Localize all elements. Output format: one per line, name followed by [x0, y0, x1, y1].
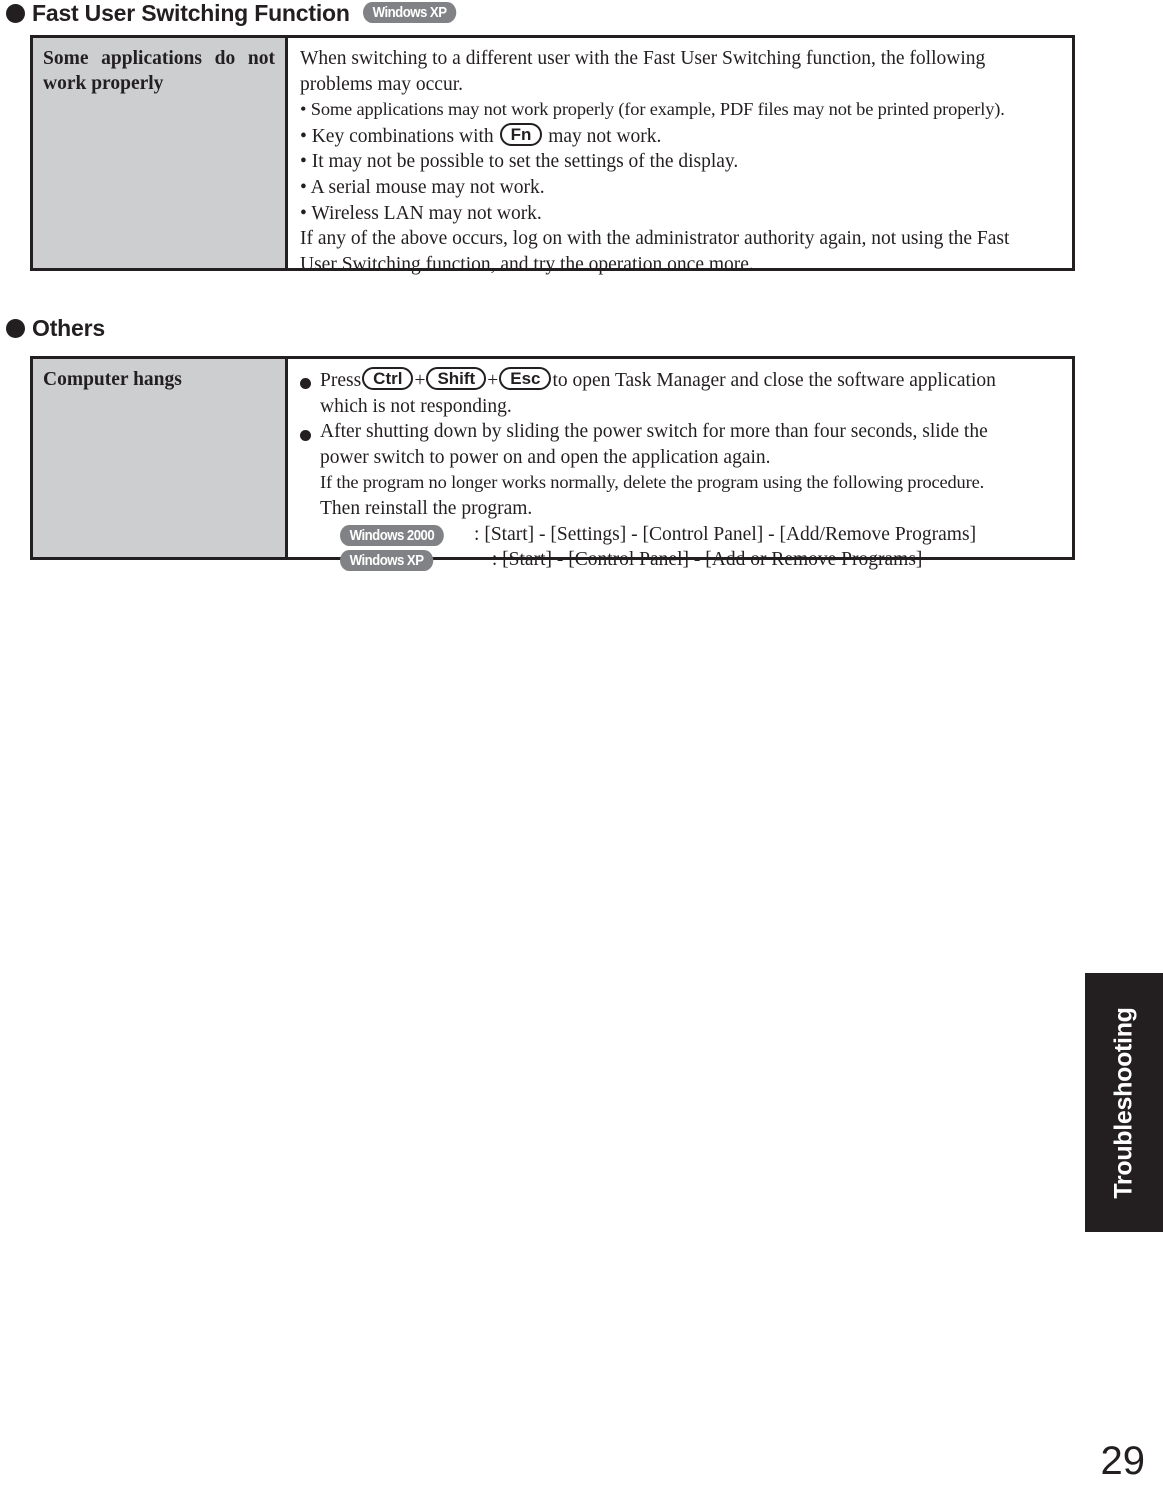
item1-press-label: Press	[320, 370, 362, 391]
page-number: 29	[1100, 1439, 1146, 1483]
body-closing-line-2: User Switching function, and try the ope…	[300, 253, 754, 275]
item1-plus-1: +	[414, 370, 426, 391]
table-row-body-computer-hangs: Press Ctrl + Shift + Esc to open Task Manager …	[288, 359, 1072, 572]
item2-line-4: Then reinstall the program.	[320, 497, 533, 519]
label-line-1: Computer hangs	[43, 369, 182, 390]
body-intro-line-1: When switching to a different user with …	[300, 48, 986, 69]
table-fast-user-switching: Some applications do not work properly W…	[30, 35, 1075, 275]
os-path-row-windows-xp: Windows XP : [Start] - [Control Panel] - …	[320, 547, 1064, 573]
item2-line-2: power switch to power on and open the ap…	[320, 446, 771, 468]
body-closing-line-1: If any of the above occurs, log on with …	[300, 228, 1010, 250]
section-heading-others: Others	[6, 315, 105, 342]
body-intro-line-2: problems may occur.	[300, 73, 463, 95]
side-tab-troubleshooting: Troubleshooting	[1085, 973, 1163, 1232]
body-bullet-wireless-lan: • Wireless LAN may not work.	[300, 202, 542, 224]
key-ctrl: Ctrl	[362, 367, 414, 390]
table-row-body-some-applications: When switching to a different user with …	[288, 38, 1072, 275]
item1-line-2: which is not responding.	[320, 395, 512, 417]
table-row-label-some-applications: Some applications do not work properly	[33, 38, 288, 268]
body-bullet-fn-key: • Key combinations with Fn may not work.	[300, 122, 1064, 150]
os-path-text: : [Start] - [Settings] - [Control Panel]…	[474, 523, 977, 545]
body-item-power-switch: After shutting down by sliding the power…	[300, 419, 1064, 573]
os-badge-windows-2000: Windows 2000	[340, 524, 444, 546]
os-badge-windows-xp: Windows XP	[340, 550, 434, 572]
os-badge-windows-xp: Windows XP	[362, 2, 456, 23]
key-esc: Esc	[499, 367, 552, 390]
table-others: Computer hangs Press Ctrl + Shift + Esc to ope…	[30, 356, 1075, 572]
body-item-task-manager: Press Ctrl + Shift + Esc to open Task Manager …	[300, 367, 1064, 419]
item1-plus-2: +	[487, 370, 499, 391]
filled-circle-bullet-icon	[6, 319, 25, 338]
section-heading-text: Others	[32, 315, 105, 341]
body-bullet-display-settings: • It may not be possible to set the sett…	[300, 151, 739, 173]
label-line-2: work properly	[43, 73, 164, 94]
os-path-text: : [Start] - [Control Panel] - [Add or Re…	[491, 549, 923, 571]
side-tab-label: Troubleshooting	[1109, 1006, 1138, 1199]
key-fn: Fn	[499, 122, 543, 146]
filled-circle-bullet-icon	[300, 367, 320, 399]
table-row-label-computer-hangs: Computer hangs	[33, 359, 288, 557]
label-line-1: Some applications do not	[43, 48, 275, 69]
filled-circle-bullet-icon	[300, 419, 320, 451]
section-heading-text: Fast User Switching Function	[32, 0, 350, 26]
body-bullet-applications: • Some applications may not work properl…	[300, 99, 1005, 120]
body-bullet-serial-mouse: • A serial mouse may not work.	[300, 176, 545, 198]
section-heading-fast-user-switching: Fast User Switching Function Windows XP	[6, 0, 469, 27]
filled-circle-bullet-icon	[6, 4, 25, 23]
key-shift: Shift	[426, 367, 487, 390]
bullet-fn-suffix: may not work.	[548, 125, 662, 147]
item1-tail-text: to open Task Manager and close the softw…	[552, 370, 996, 391]
item2-line-1: After shutting down by sliding the power…	[320, 421, 988, 443]
os-path-row-windows-2000: Windows 2000 : [Start] - [Settings] - [Co…	[320, 522, 1064, 548]
bullet-fn-prefix: • Key combinations with	[300, 125, 494, 147]
item2-line-3: If the program no longer works normally,…	[320, 472, 985, 493]
item1-line-1: Press Ctrl + Shift + Esc to open Task Manager …	[320, 367, 996, 391]
